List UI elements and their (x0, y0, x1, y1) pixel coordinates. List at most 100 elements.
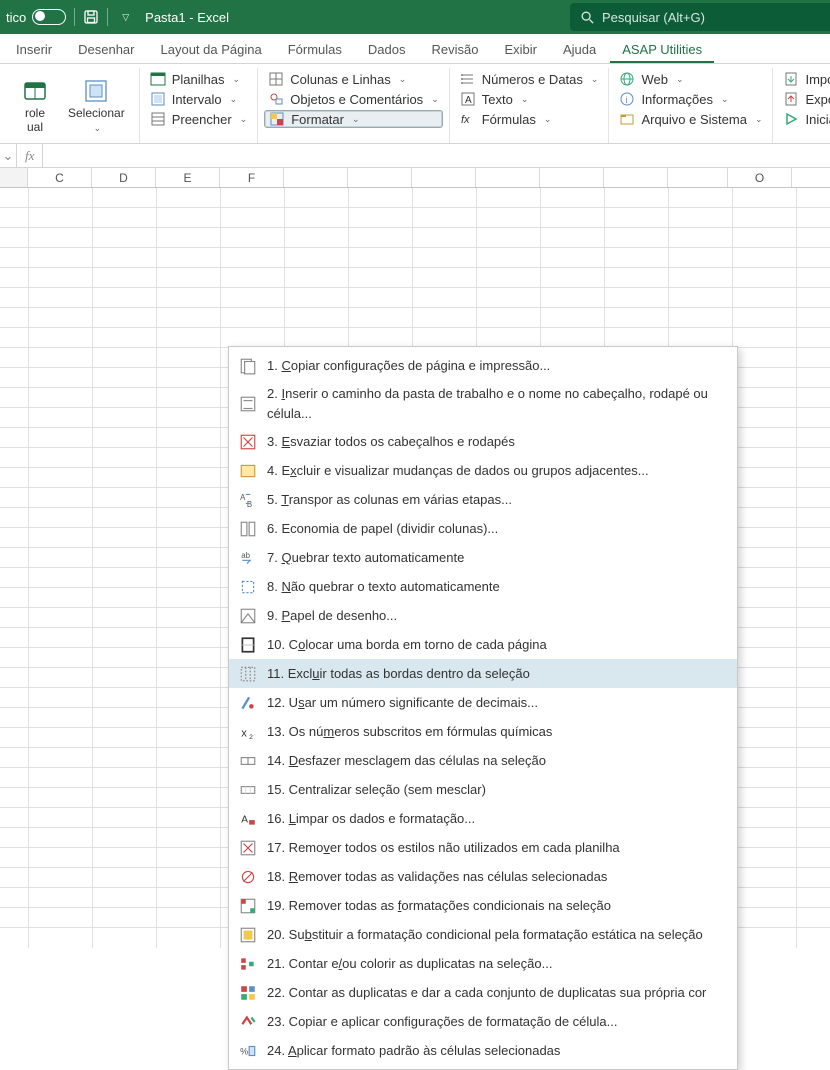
ribbon-group-5: Importar⌄ Exportar⌄ Iniciar⌄ (773, 68, 830, 143)
col-blank5[interactable] (540, 168, 604, 187)
col-blank4[interactable] (476, 168, 540, 187)
menu-item-17[interactable]: 17. Remover todos os estilos não utiliza… (229, 833, 737, 862)
menu-item-label: 23. Copiar e aplicar configurações de fo… (267, 1012, 617, 1032)
tab-formulas[interactable]: Fórmulas (276, 37, 354, 63)
col-O[interactable]: O (728, 168, 792, 187)
btn-iniciar[interactable]: Iniciar⌄ (779, 110, 830, 128)
menu-item-21[interactable]: 21. Contar e/ou colorir as duplicatas na… (229, 949, 737, 978)
save-icon[interactable] (83, 9, 99, 25)
tab-exibir[interactable]: Exibir (492, 37, 549, 63)
worksheet-grid[interactable]: 1. Copiar configurações de página e impr… (0, 188, 830, 948)
col-blank6[interactable] (604, 168, 668, 187)
btn-formulas[interactable]: fxFórmulas⌄ (456, 110, 603, 128)
btn-planilhas[interactable]: Planilhas⌄ (146, 70, 252, 88)
menu-item-label: 11. Excluir todas as bordas dentro da se… (267, 664, 530, 684)
menu-item-10[interactable]: 10. Colocar uma borda em torno de cada p… (229, 630, 737, 659)
btn-intervalo[interactable]: Intervalo⌄ (146, 90, 252, 108)
menu-item-20[interactable]: 20. Substituir a formatação condicional … (229, 920, 737, 949)
menu-item-6[interactable]: 6. Economia de papel (dividir colunas)..… (229, 514, 737, 543)
btn-arquivo-sistema[interactable]: Arquivo e Sistema⌄ (615, 110, 766, 128)
btn-exportar[interactable]: Exportar⌄ (779, 90, 830, 108)
menu-item-1[interactable]: 1. Copiar configurações de página e impr… (229, 351, 737, 380)
col-blank3[interactable] (412, 168, 476, 187)
ribbon-group-2: Colunas e Linhas⌄ Objetos e Comentários⌄… (258, 68, 450, 143)
menu-item-5[interactable]: AB 5. Transpor as colunas em várias etapa… (229, 485, 737, 514)
btn-importar[interactable]: Importar⌄ (779, 70, 830, 88)
menu-item-label: 24. Aplicar formato padrão às células se… (267, 1041, 560, 1061)
qat-customize-chevron[interactable]: ▽ (122, 12, 129, 23)
svg-text:fx: fx (461, 114, 470, 126)
ribbon-big-selecionar[interactable]: Selecionar⌄ (60, 70, 133, 141)
tab-dados[interactable]: Dados (356, 37, 418, 63)
titlebar: tico ▽ Pasta1 - Excel Pesquisar (Alt+G) (0, 0, 830, 34)
toggle-switch[interactable] (32, 9, 66, 25)
menu-item-4[interactable]: 4. Excluir e visualizar mudanças de dado… (229, 456, 737, 485)
search-icon (580, 10, 594, 24)
menu-item-23[interactable]: 23. Copiar e aplicar configurações de fo… (229, 1007, 737, 1036)
autosave-label: tico (6, 10, 26, 25)
svg-text:A: A (240, 493, 246, 502)
tab-asap-utilities[interactable]: ASAP Utilities (610, 37, 714, 63)
menu-item-label: 7. Quebrar texto automaticamente (267, 548, 464, 568)
btn-colunas-linhas[interactable]: Colunas e Linhas⌄ (264, 70, 443, 88)
tab-revisao[interactable]: Revisão (419, 37, 490, 63)
menu-item-18[interactable]: 18. Remover todas as validações nas célu… (229, 862, 737, 891)
menu-item-icon (239, 462, 257, 480)
menu-item-icon (239, 926, 257, 944)
fxbar-dropdown[interactable]: ⌄ (0, 144, 17, 167)
menu-item-label: 6. Economia de papel (dividir colunas)..… (267, 519, 498, 539)
menu-item-7[interactable]: ab 7. Quebrar texto automaticamente (229, 543, 737, 572)
select-all-corner[interactable] (0, 168, 28, 187)
menu-item-11[interactable]: 11. Excluir todas as bordas dentro da se… (229, 659, 737, 688)
menu-item-14[interactable]: 14. Desfazer mesclagem das células na se… (229, 746, 737, 775)
col-F[interactable]: F (220, 168, 284, 187)
menu-item-2[interactable]: 2. Inserir o caminho da pasta de trabalh… (229, 380, 737, 427)
menu-item-3[interactable]: 3. Esvaziar todos os cabeçalhos e rodapé… (229, 427, 737, 456)
tab-inserir[interactable]: Inserir (4, 37, 64, 63)
menu-item-22[interactable]: 22. Contar as duplicatas e dar a cada co… (229, 978, 737, 1007)
ribbon-big-controle[interactable]: roleual (10, 70, 60, 141)
menu-item-19[interactable]: 19. Remover todas as formatações condici… (229, 891, 737, 920)
menu-item-label: 4. Excluir e visualizar mudanças de dado… (267, 461, 649, 481)
btn-numeros-datas[interactable]: Números e Datas⌄ (456, 70, 603, 88)
menu-item-icon (239, 897, 257, 915)
btn-web[interactable]: Web⌄ (615, 70, 766, 88)
menu-item-label: 19. Remover todas as formatações condici… (267, 896, 611, 916)
btn-texto[interactable]: ATexto⌄ (456, 90, 603, 108)
tab-desenhar[interactable]: Desenhar (66, 37, 146, 63)
menu-item-label: 5. Transpor as colunas em várias etapas.… (267, 490, 512, 510)
menu-item-9[interactable]: 9. Papel de desenho... (229, 601, 737, 630)
search-box[interactable]: Pesquisar (Alt+G) (570, 3, 830, 31)
tab-ajuda[interactable]: Ajuda (551, 37, 608, 63)
col-blank2[interactable] (348, 168, 412, 187)
col-C[interactable]: C (28, 168, 92, 187)
menu-item-label: 16. Limpar os dados e formatação... (267, 809, 475, 829)
btn-formatar[interactable]: Formatar⌄ (264, 110, 443, 128)
fx-label: fx (17, 144, 43, 167)
formula-bar: ⌄ fx (0, 144, 830, 168)
menu-item-label: 21. Contar e/ou colorir as duplicatas na… (267, 954, 552, 974)
svg-text:B: B (247, 499, 252, 508)
menu-item-16[interactable]: A 16. Limpar os dados e formatação... (229, 804, 737, 833)
col-E[interactable]: E (156, 168, 220, 187)
menu-item-label: 17. Remover todos os estilos não utiliza… (267, 838, 620, 858)
ribbon-group-1: Planilhas⌄ Intervalo⌄ Preencher⌄ (140, 68, 259, 143)
menu-item-13[interactable]: x213. Os números subscritos em fórmulas … (229, 717, 737, 746)
menu-item-icon: AB (239, 491, 257, 509)
btn-preencher[interactable]: Preencher⌄ (146, 110, 252, 128)
menu-item-24[interactable]: %24. Aplicar formato padrão às células s… (229, 1036, 737, 1065)
menu-item-15[interactable]: 15. Centralizar seleção (sem mesclar) (229, 775, 737, 804)
ribbon-group-4: Web⌄ iInformações⌄ Arquivo e Sistema⌄ (609, 68, 773, 143)
btn-objetos-comentarios[interactable]: Objetos e Comentários⌄ (264, 90, 443, 108)
autosave-toggle[interactable]: tico (6, 9, 66, 25)
menu-item-12[interactable]: 12. Usar um número significante de decim… (229, 688, 737, 717)
menu-item-label: 12. Usar um número significante de decim… (267, 693, 538, 713)
menu-item-8[interactable]: 8. Não quebrar o texto automaticamente (229, 572, 737, 601)
col-D[interactable]: D (92, 168, 156, 187)
svg-text:A: A (241, 814, 248, 825)
btn-informacoes[interactable]: iInformações⌄ (615, 90, 766, 108)
col-blank7[interactable] (668, 168, 728, 187)
col-blank1[interactable] (284, 168, 348, 187)
menu-item-icon: ab (239, 549, 257, 567)
tab-layout[interactable]: Layout da Página (149, 37, 274, 63)
